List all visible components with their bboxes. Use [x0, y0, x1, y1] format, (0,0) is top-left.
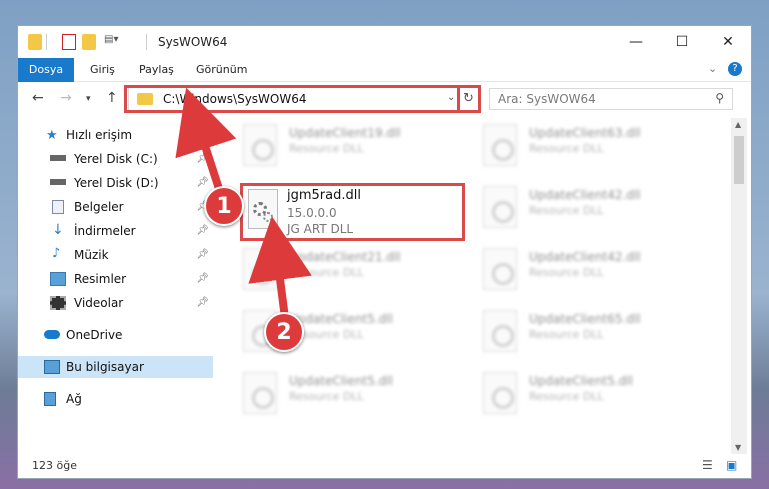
nav-item-pictures[interactable]: Resimler 📌︎	[18, 268, 213, 290]
search-input[interactable]: Ara: SysWOW64 ⚲	[489, 88, 733, 110]
dll-file-icon	[248, 189, 278, 229]
status-bar: 123 öğe ☰ ▣	[18, 454, 751, 478]
new-folder-icon[interactable]	[82, 34, 96, 50]
dll-file-icon	[483, 248, 517, 290]
dll-file-icon	[243, 372, 277, 414]
tab-home[interactable]: Giriş	[82, 58, 123, 82]
file-item[interactable]: UpdateClient42.dll Resource DLL	[477, 184, 697, 230]
back-icon[interactable]: ←	[32, 90, 44, 106]
ribbon-tabs: Dosya Giriş Paylaş Görünüm ⌄ ?	[18, 58, 751, 82]
highlighted-file[interactable]: jgm5rad.dll 15.0.0.0 JG ART DLL	[240, 183, 465, 241]
file-item[interactable]: UpdateClient63.dll Resource DLL	[477, 122, 697, 168]
properties-icon[interactable]	[62, 34, 76, 50]
nav-quick-access[interactable]: ★ Hızlı erişim	[18, 124, 213, 146]
nav-item-documents[interactable]: Belgeler 📌︎	[18, 196, 213, 218]
dll-file-icon	[483, 124, 517, 166]
separator	[46, 34, 47, 50]
scroll-thumb[interactable]	[734, 136, 744, 184]
tab-view[interactable]: Görünüm	[188, 58, 255, 82]
dll-file-icon	[243, 248, 277, 290]
network-icon	[44, 392, 56, 406]
nav-item-videos[interactable]: Videolar 📌︎	[18, 292, 213, 314]
file-name: jgm5rad.dll	[287, 188, 361, 203]
file-list: UpdateClient19.dll Resource DLL UpdateCl…	[231, 118, 731, 454]
details-view-icon[interactable]: ☰	[702, 458, 713, 472]
file-item[interactable]: UpdateClient5.dll Resource DLL	[477, 370, 697, 416]
gear-icon	[263, 212, 273, 222]
close-button[interactable]: ✕	[705, 26, 751, 58]
step-1-badge: 1	[204, 186, 244, 226]
separator	[146, 34, 147, 50]
tab-file[interactable]: Dosya	[18, 58, 74, 82]
videos-icon	[50, 296, 66, 310]
documents-icon	[52, 200, 64, 214]
navigation-pane: ★ Hızlı erişim Yerel Disk (C:) 📌︎ Yerel …	[18, 118, 213, 454]
pin-icon[interactable]: 📌︎	[196, 273, 209, 284]
tab-share[interactable]: Paylaş	[131, 58, 182, 82]
file-item[interactable]: UpdateClient19.dll Resource DLL	[237, 122, 457, 168]
ribbon-expand-icon[interactable]: ⌄	[708, 62, 717, 75]
music-icon: ♪	[52, 246, 61, 261]
pictures-icon	[50, 272, 66, 286]
search-placeholder: Ara: SysWOW64	[498, 92, 596, 106]
refresh-highlight-divider	[457, 85, 481, 113]
nav-item-drive-d[interactable]: Yerel Disk (D:) 📌︎	[18, 172, 213, 194]
download-icon: ↓	[52, 222, 64, 238]
title-bar: ▤▾ SysWOW64 — ☐ ✕	[18, 26, 751, 58]
cloud-icon	[44, 330, 60, 339]
nav-item-music[interactable]: ♪ Müzik 📌︎	[18, 244, 213, 266]
file-version: 15.0.0.0	[287, 206, 337, 220]
computer-icon	[44, 360, 60, 374]
file-item[interactable]: UpdateClient21.dll Resource DLL	[237, 246, 457, 292]
dll-file-icon	[483, 186, 517, 228]
dll-file-icon	[483, 372, 517, 414]
drive-icon	[50, 155, 66, 161]
customize-icon[interactable]: ▤▾	[104, 34, 122, 50]
step-2-badge: 2	[264, 312, 304, 352]
dll-file-icon	[243, 124, 277, 166]
address-highlight-box	[124, 85, 481, 113]
search-icon[interactable]: ⚲	[715, 91, 724, 105]
large-icons-view-icon[interactable]: ▣	[726, 458, 737, 472]
file-item[interactable]: UpdateClient42.dll Resource DLL	[477, 246, 697, 292]
pin-icon[interactable]: 📌︎	[196, 153, 209, 164]
item-count: 123 öğe	[32, 459, 77, 472]
pin-icon[interactable]: 📌︎	[196, 297, 209, 308]
vertical-scrollbar[interactable]: ▲ ▼	[731, 118, 747, 454]
nav-this-pc[interactable]: Bu bilgisayar	[18, 356, 213, 378]
minimize-button[interactable]: —	[613, 26, 659, 58]
recent-locations-icon[interactable]: ▾	[86, 94, 91, 104]
drive-icon	[50, 179, 66, 185]
nav-item-drive-c[interactable]: Yerel Disk (C:) 📌︎	[18, 148, 213, 170]
dll-file-icon	[483, 310, 517, 352]
help-icon[interactable]: ?	[728, 62, 742, 76]
file-item[interactable]: UpdateClient65.dll Resource DLL	[477, 308, 697, 354]
up-icon[interactable]: ↑	[106, 90, 118, 106]
window-title: SysWOW64	[158, 35, 228, 49]
nav-network[interactable]: Ağ	[18, 388, 213, 410]
star-icon: ★	[46, 128, 58, 143]
nav-onedrive[interactable]: OneDrive	[18, 324, 213, 346]
folder-icon[interactable]	[28, 34, 42, 50]
pin-icon[interactable]: 📌︎	[196, 177, 209, 188]
file-description: JG ART DLL	[287, 222, 354, 236]
pin-icon[interactable]: 📌︎	[196, 225, 209, 236]
scroll-down-icon[interactable]: ▼	[735, 443, 741, 452]
scroll-up-icon[interactable]: ▲	[735, 120, 741, 129]
maximize-button[interactable]: ☐	[659, 26, 705, 58]
file-item[interactable]: UpdateClient5.dll Resource DLL	[237, 370, 457, 416]
nav-item-downloads[interactable]: ↓ İndirmeler 📌︎	[18, 220, 213, 242]
pin-icon[interactable]: 📌︎	[196, 249, 209, 260]
forward-icon[interactable]: →	[60, 90, 72, 106]
